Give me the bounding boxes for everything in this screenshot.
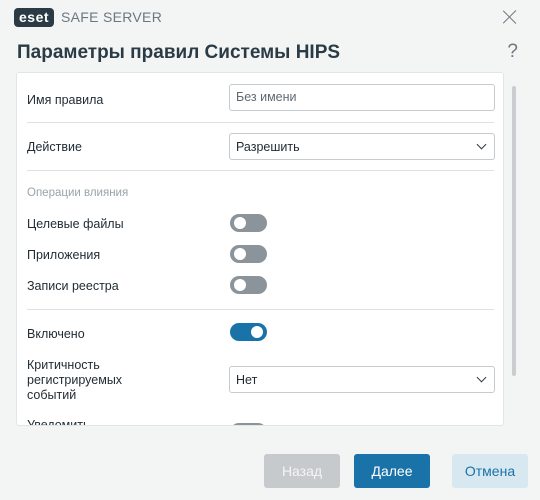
- scrollbar-thumb[interactable]: [512, 86, 516, 376]
- severity-label-line: Критичность: [27, 358, 100, 372]
- chevron-down-icon: [476, 139, 487, 150]
- operations-caption: Операции влияния: [27, 187, 129, 199]
- toggle-knob: [251, 326, 263, 338]
- action-label: Действие: [27, 140, 82, 154]
- notify-toggle[interactable]: [230, 423, 267, 425]
- back-button[interactable]: Назад: [264, 454, 340, 488]
- target-files-toggle[interactable]: [230, 214, 267, 232]
- action-select[interactable]: Разрешить: [229, 133, 495, 160]
- divider: [27, 170, 494, 171]
- logo-badge: eset: [14, 7, 55, 27]
- help-icon[interactable]: ?: [507, 41, 518, 63]
- severity-select[interactable]: Нет: [229, 366, 495, 393]
- severity-label-line: событий: [27, 388, 77, 402]
- toggle-knob: [234, 217, 246, 229]
- dialog-title: Параметры правил Системы HIPS: [17, 42, 341, 63]
- enabled-label: Включено: [27, 327, 85, 341]
- next-button[interactable]: Далее: [354, 454, 430, 488]
- divider: [27, 309, 494, 310]
- registry-label: Записи реестра: [27, 279, 119, 293]
- registry-toggle[interactable]: [230, 276, 267, 294]
- target-files-label: Целевые файлы: [27, 217, 124, 231]
- severity-label: Критичность регистрируемых событий: [27, 358, 122, 403]
- eset-logo: eset SAFE SERVER: [14, 7, 162, 27]
- product-name: SAFE SERVER: [61, 9, 163, 25]
- rule-settings-panel: Имя правила Без имени Действие Разрешить…: [16, 72, 504, 426]
- applications-toggle[interactable]: [230, 245, 267, 263]
- notify-label: Уведомить: [27, 418, 90, 426]
- enabled-toggle[interactable]: [230, 323, 267, 341]
- chevron-down-icon: [476, 372, 487, 383]
- rule-name-label: Имя правила: [27, 93, 104, 107]
- title-bar: eset SAFE SERVER: [0, 0, 540, 34]
- rule-name-input[interactable]: Без имени: [229, 84, 495, 111]
- action-select-value: Разрешить: [236, 140, 300, 154]
- cancel-button[interactable]: Отмена: [452, 454, 528, 488]
- divider: [27, 122, 494, 123]
- toggle-knob: [234, 248, 246, 260]
- severity-select-value: Нет: [236, 373, 258, 387]
- close-icon[interactable]: [502, 9, 518, 25]
- toggle-knob: [234, 279, 246, 291]
- applications-label: Приложения: [27, 248, 101, 262]
- severity-label-line: регистрируемых: [27, 373, 123, 387]
- panel-scrollbar[interactable]: [506, 72, 520, 426]
